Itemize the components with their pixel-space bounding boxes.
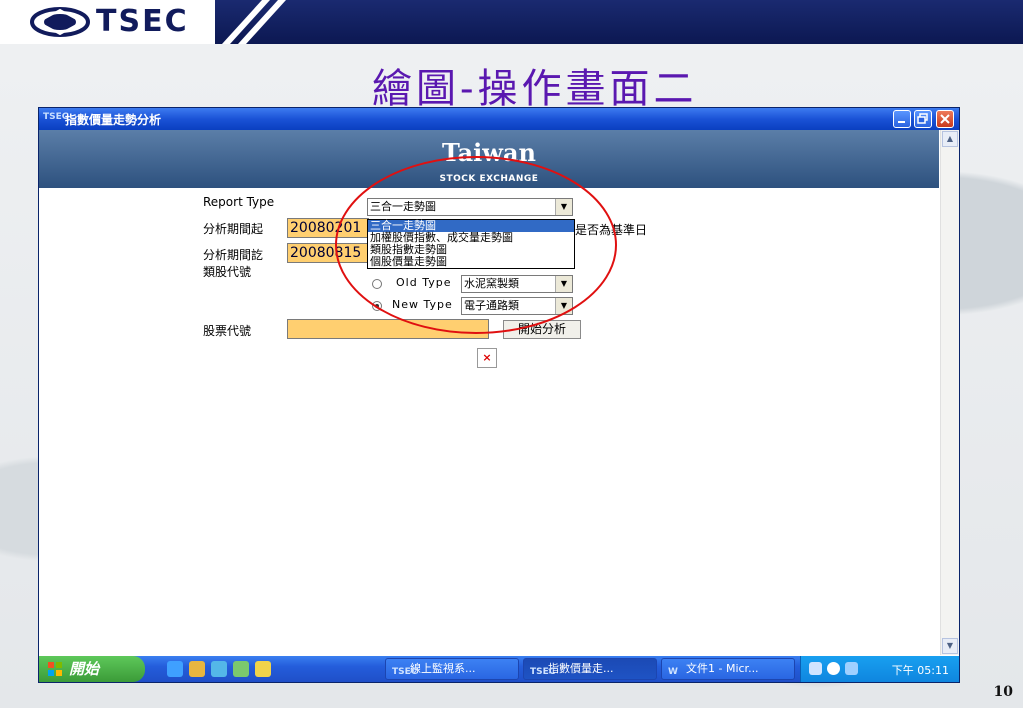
task-label: 文件1 - Micr... bbox=[686, 662, 759, 675]
start-date-label: 分析期間起 bbox=[203, 222, 264, 236]
tsec-app-icon: TSEC bbox=[392, 667, 418, 677]
taskbar-task-index-analysis[interactable]: TSEC 指數價量走... bbox=[523, 658, 657, 680]
restore-icon bbox=[917, 113, 928, 124]
tsec-logo-icon bbox=[30, 7, 90, 37]
keyboard-tray-icon[interactable] bbox=[809, 662, 822, 675]
close-icon bbox=[940, 114, 950, 124]
restore-button[interactable] bbox=[914, 110, 932, 128]
chevron-up-icon: ▲ bbox=[946, 134, 954, 143]
logo-area: TSEC bbox=[0, 0, 215, 44]
system-tray: 下午 05:11 bbox=[800, 656, 959, 682]
scroll-down-button[interactable]: ▼ bbox=[942, 638, 958, 654]
desktop-quicklaunch-icon[interactable] bbox=[233, 661, 249, 677]
minimize-icon bbox=[898, 121, 905, 123]
folder-quicklaunch-icon[interactable] bbox=[189, 661, 205, 677]
expand-tray-icon[interactable] bbox=[827, 662, 840, 675]
network-tray-icon[interactable] bbox=[845, 662, 858, 675]
messenger-quicklaunch-icon[interactable] bbox=[255, 661, 271, 677]
taskbar-task-word[interactable]: W 文件1 - Micr... bbox=[661, 658, 795, 680]
minimize-button[interactable] bbox=[893, 110, 911, 128]
end-date-label: 分析期間訖 bbox=[203, 248, 264, 262]
scroll-up-button[interactable]: ▲ bbox=[942, 131, 958, 147]
start-button[interactable]: 開始 bbox=[39, 656, 145, 682]
red-annotation-ellipse bbox=[335, 156, 617, 334]
task-label: 線上監視系... bbox=[410, 662, 476, 675]
taskbar-clock: 下午 05:11 bbox=[891, 664, 949, 677]
media-quicklaunch-icon[interactable] bbox=[211, 661, 227, 677]
windows-flag-icon bbox=[48, 662, 62, 676]
windows-taskbar: 開始 TSEC 線上監視系... TSEC 指數價量走... W 文件1 - M… bbox=[39, 656, 959, 682]
slide-page-number: 10 bbox=[993, 684, 1013, 700]
close-button[interactable] bbox=[936, 110, 954, 128]
stock-code-label: 股票代號 bbox=[203, 324, 252, 338]
sector-code-label: 類股代號 bbox=[203, 265, 252, 279]
word-app-icon: W bbox=[668, 667, 678, 677]
report-type-label: Report Type bbox=[203, 195, 275, 209]
task-label: 指數價量走... bbox=[548, 662, 614, 675]
app-window[interactable]: TSEC 指數價量走勢分析 Taiwan STOCK EXCHANGE ▲ ▼ … bbox=[38, 107, 960, 683]
window-titlebar[interactable]: TSEC 指數價量走勢分析 bbox=[39, 108, 959, 130]
ie-quicklaunch-icon[interactable] bbox=[167, 661, 183, 677]
header-slash-decoration bbox=[222, 0, 286, 44]
slide-title: 繪圖-操作畫面二 bbox=[372, 66, 698, 112]
window-title: 指數價量走勢分析 bbox=[65, 113, 162, 127]
vertical-scrollbar[interactable]: ▲ ▼ bbox=[940, 130, 959, 655]
logo-text: TSEC bbox=[96, 4, 189, 39]
slide-header-bar: TSEC bbox=[0, 0, 1023, 44]
tsec-app-icon: TSEC bbox=[530, 667, 556, 677]
start-label: 開始 bbox=[69, 660, 100, 678]
window-client-area: Taiwan STOCK EXCHANGE ▲ ▼ Report Type 三合… bbox=[39, 130, 959, 655]
broken-image-icon: × bbox=[477, 348, 497, 368]
chevron-down-icon: ▼ bbox=[946, 641, 954, 650]
taskbar-task-monitor[interactable]: TSEC 線上監視系... bbox=[385, 658, 519, 680]
